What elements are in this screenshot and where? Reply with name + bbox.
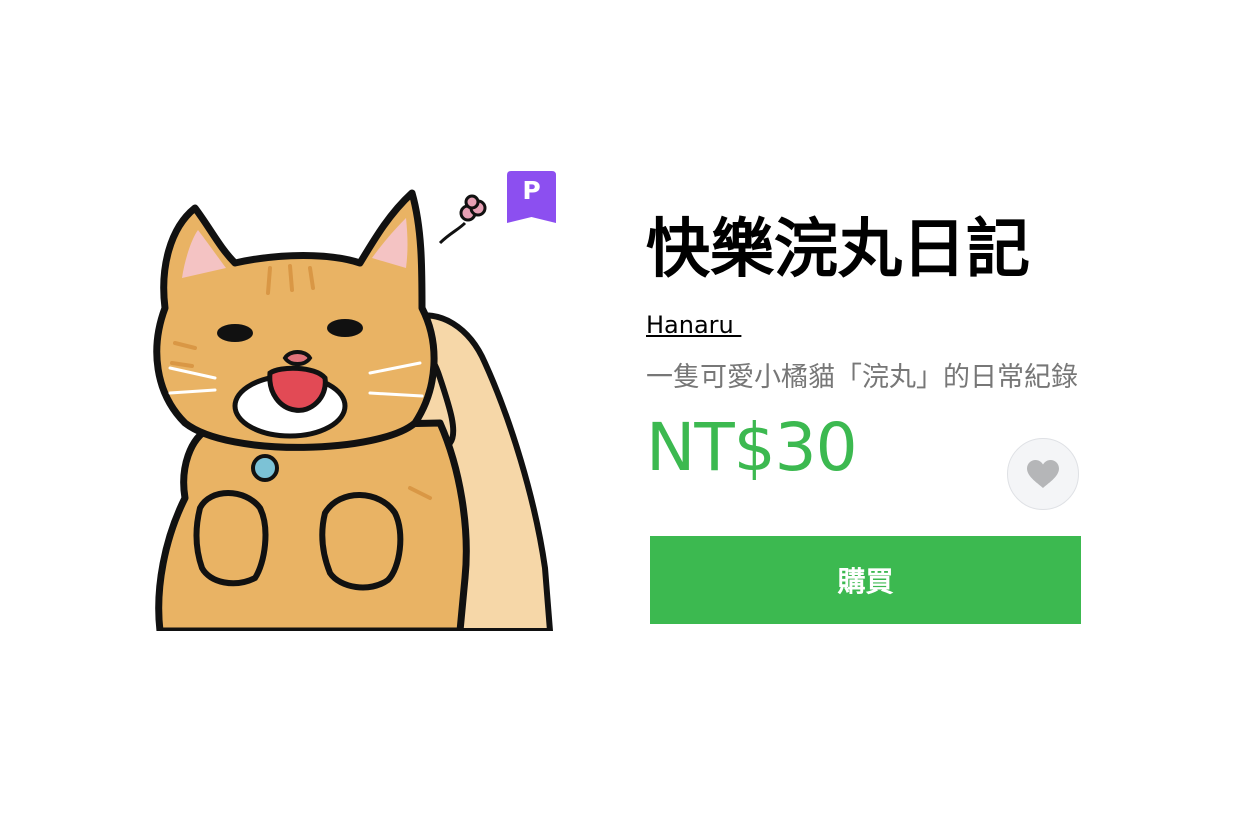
sticker-main-image xyxy=(140,168,560,631)
premium-badge-label: P xyxy=(522,176,541,205)
orange-cat-sticker xyxy=(153,189,553,631)
heart-icon xyxy=(1027,460,1059,488)
premium-badge-icon: P xyxy=(507,171,556,223)
product-description: 一隻可愛小橘貓「浣丸」的日常紀錄 xyxy=(646,362,1078,393)
buy-button[interactable]: 購買 xyxy=(650,536,1081,624)
author-link[interactable]: Hanaru xyxy=(646,310,741,340)
product-title: 快樂浣丸日記 xyxy=(646,213,1030,287)
product-price: NT$30 xyxy=(646,409,858,486)
favorite-button[interactable] xyxy=(1007,438,1079,510)
